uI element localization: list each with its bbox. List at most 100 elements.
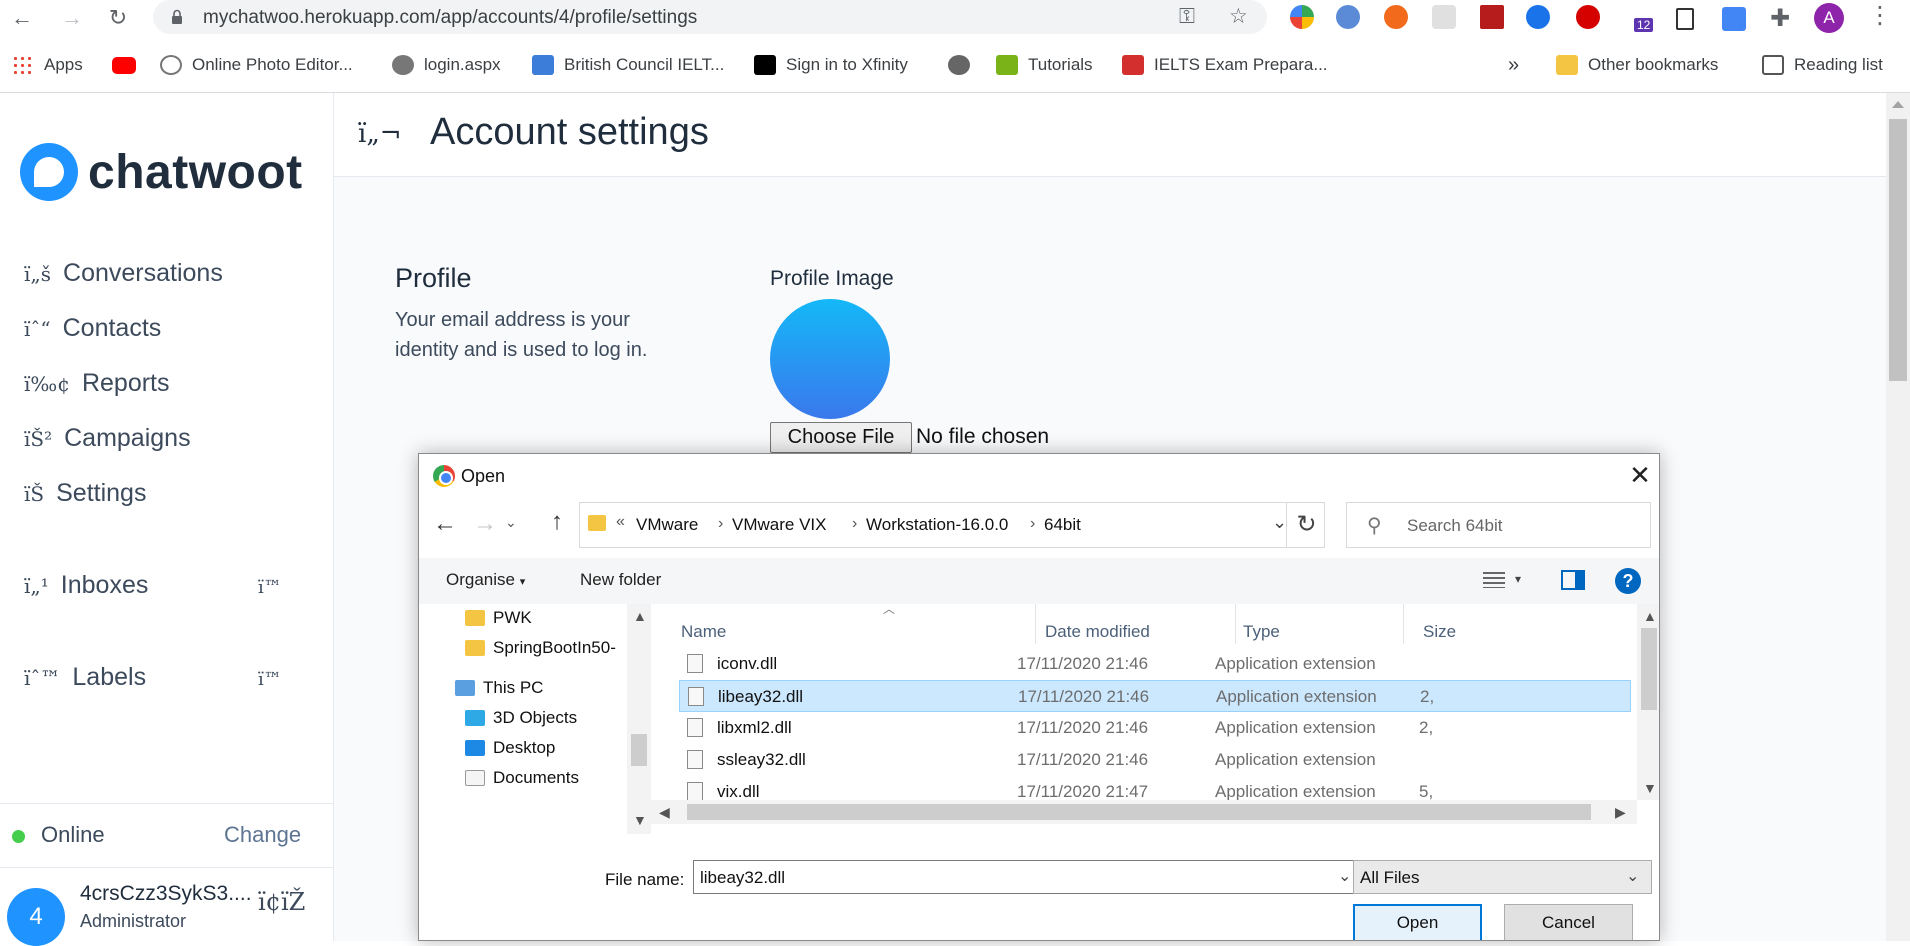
bookmark-login[interactable]: login.aspx xyxy=(392,52,501,78)
kebab-menu-icon[interactable]: ⋮ xyxy=(1868,2,1892,30)
page-scrollbar[interactable] xyxy=(1886,93,1910,941)
user-menu-icon[interactable]: ï¢ïŽ xyxy=(258,888,305,916)
breadcrumb-64bit[interactable]: 64bit xyxy=(1044,515,1081,535)
back-icon[interactable]: ï„¬ xyxy=(358,119,402,149)
preview-pane-icon[interactable] xyxy=(1561,570,1585,590)
file-list-horizontal-thumb[interactable] xyxy=(687,804,1591,820)
column-divider[interactable] xyxy=(1235,604,1236,644)
scroll-right-arrow-icon[interactable]: ▶ xyxy=(1615,804,1626,821)
bookmark-tutorials[interactable]: Tutorials xyxy=(996,52,1093,78)
chevron-right-icon[interactable]: › xyxy=(1030,515,1035,533)
recent-locations-chevron-icon[interactable]: ⌄ xyxy=(505,514,517,531)
sidebar-item-contacts[interactable]: ïˆ“ Contacts xyxy=(24,314,161,343)
back-arrow-icon[interactable]: ← xyxy=(433,510,457,538)
extension-7-icon[interactable] xyxy=(1576,5,1600,29)
search-input[interactable]: ⚲ Search 64bit xyxy=(1346,502,1651,548)
breadcrumb-workstation[interactable]: Workstation-16.0.0 xyxy=(866,515,1008,535)
scroll-down-arrow-icon[interactable]: ▼ xyxy=(1643,780,1657,796)
extension-4-icon[interactable] xyxy=(1432,5,1456,29)
nav-item-pwk[interactable]: PWK xyxy=(465,608,532,628)
open-button[interactable]: Open xyxy=(1353,904,1482,940)
bookmark-globe[interactable] xyxy=(948,52,980,78)
organise-menu[interactable]: Organise ▾ xyxy=(446,570,525,590)
nav-item-documents[interactable]: Documents xyxy=(465,768,579,788)
help-icon[interactable]: ? xyxy=(1615,568,1641,594)
scroll-up-arrow-icon[interactable]: ▲ xyxy=(1643,608,1657,624)
reload-icon[interactable]: ↻ xyxy=(104,4,132,32)
sidebar-item-campaigns[interactable]: ïŠ² Campaigns xyxy=(24,424,191,453)
table-row[interactable]: libxml2.dll 17/11/2020 21:46 Application… xyxy=(679,712,1631,744)
user-avatar[interactable]: 4 xyxy=(7,888,65,946)
close-icon[interactable]: ✕ xyxy=(1625,460,1655,490)
extension-badge-icon[interactable]: 12 xyxy=(1624,6,1654,32)
choose-file-button[interactable]: Choose File xyxy=(770,422,912,453)
bookmark-youtube[interactable] xyxy=(112,52,146,78)
cancel-button[interactable]: Cancel xyxy=(1504,904,1633,940)
breadcrumb-prefix[interactable]: « xyxy=(616,513,625,531)
sidebar-section-labels[interactable]: ïˆ™ Labels xyxy=(24,663,146,692)
file-name-input[interactable]: libeay32.dll ⌄ xyxy=(693,860,1363,894)
bookmarks-overflow[interactable]: » xyxy=(1508,52,1519,78)
scroll-up-arrow-icon[interactable]: ▲ xyxy=(633,608,647,624)
navigation-scroll-thumb[interactable] xyxy=(631,734,647,766)
breadcrumb-vmware[interactable]: VMware xyxy=(636,515,698,535)
caret-down-icon[interactable]: ▾ xyxy=(1515,572,1521,586)
up-arrow-icon[interactable]: ↑ xyxy=(551,508,563,536)
file-list-horizontal-scrollbar[interactable]: ◀ ▶ xyxy=(651,800,1637,824)
navigation-scrollbar[interactable]: ▲ ▼ xyxy=(627,604,651,834)
back-arrow-icon[interactable]: ← xyxy=(8,4,36,32)
forward-arrow-icon[interactable]: → xyxy=(58,4,86,32)
view-options-icon[interactable] xyxy=(1483,572,1505,588)
extension-6-icon[interactable] xyxy=(1526,5,1550,29)
table-row[interactable]: ssleay32.dll 17/11/2020 21:46 Applicatio… xyxy=(679,744,1631,776)
sidebar-item-conversations[interactable]: ï„š Conversations xyxy=(24,259,223,288)
scroll-up-arrow-icon[interactable] xyxy=(1892,101,1904,108)
bookmark-ielts[interactable]: IELTS Exam Prepara... xyxy=(1122,52,1328,78)
bookmark-british-council[interactable]: British Council IELT... xyxy=(532,52,724,78)
refresh-icon[interactable]: ↻ xyxy=(1286,503,1326,547)
extension-1-icon[interactable] xyxy=(1290,5,1314,29)
bookmark-xfinity[interactable]: Sign in to Xfinity xyxy=(754,52,908,78)
chevron-right-icon[interactable]: › xyxy=(852,515,857,533)
add-label-icon[interactable]: ï™ xyxy=(258,669,282,690)
forward-arrow-icon[interactable]: → xyxy=(473,510,497,538)
table-row[interactable]: iconv.dll 17/11/2020 21:46 Application e… xyxy=(679,648,1631,680)
bookmark-star-icon[interactable]: ☆ xyxy=(1229,4,1248,30)
reader-icon[interactable] xyxy=(1676,8,1694,30)
nav-item-desktop[interactable]: Desktop xyxy=(465,738,555,758)
key-icon[interactable]: ⚿ xyxy=(1179,4,1195,30)
column-divider[interactable] xyxy=(1035,604,1036,644)
file-type-filter[interactable]: All Files ⌄ xyxy=(1353,860,1652,894)
column-divider[interactable] xyxy=(1403,604,1404,644)
profile-avatar-icon[interactable]: A xyxy=(1814,3,1844,33)
column-header-name[interactable]: Name xyxy=(681,622,726,642)
column-header-type[interactable]: Type xyxy=(1243,622,1280,642)
other-bookmarks[interactable]: Other bookmarks xyxy=(1556,52,1718,78)
column-header-date[interactable]: Date modified xyxy=(1045,622,1150,642)
file-list-vertical-scrollbar[interactable]: ▲ ▼ xyxy=(1637,604,1659,800)
nav-item-3d-objects[interactable]: 3D Objects xyxy=(465,708,577,728)
sidebar-item-settings[interactable]: ïŠ Settings xyxy=(24,479,146,508)
translate-icon[interactable] xyxy=(1722,7,1746,31)
sidebar-section-inboxes[interactable]: ï„¹ Inboxes xyxy=(24,571,148,600)
new-folder-button[interactable]: New folder xyxy=(580,570,661,590)
chevron-down-icon[interactable]: ⌄ xyxy=(1272,512,1287,533)
address-bar[interactable]: mychatwoo.herokuapp.com/app/accounts/4/p… xyxy=(153,0,1267,34)
table-row[interactable]: vix.dll 17/11/2020 21:47 Application ext… xyxy=(679,776,1631,800)
bookmark-apps[interactable]: Apps xyxy=(12,52,83,78)
breadcrumb-vmware-vix[interactable]: VMware VIX xyxy=(732,515,826,535)
nav-item-this-pc[interactable]: This PC xyxy=(455,678,543,698)
sidebar-item-reports[interactable]: ï‰¢ Reports xyxy=(24,369,170,398)
extension-5-icon[interactable] xyxy=(1480,5,1504,29)
current-user[interactable]: 4 4crsCzz3SykS3.... Administrator ï¢ïŽ xyxy=(0,867,334,946)
add-inbox-icon[interactable]: ï™ xyxy=(258,577,282,598)
extension-3-icon[interactable] xyxy=(1384,5,1408,29)
chevron-right-icon[interactable]: › xyxy=(718,515,723,533)
path-bar[interactable]: « VMware › VMware VIX › Workstation-16.0… xyxy=(579,502,1325,548)
reading-list[interactable]: Reading list xyxy=(1762,52,1883,78)
extension-globe-icon[interactable] xyxy=(1336,5,1360,29)
scroll-down-arrow-icon[interactable]: ▼ xyxy=(633,812,647,828)
scroll-left-arrow-icon[interactable]: ◀ xyxy=(659,804,670,821)
column-header-size[interactable]: Size xyxy=(1423,622,1456,642)
table-row-selected[interactable]: libeay32.dll 17/11/2020 21:46 Applicatio… xyxy=(679,680,1631,712)
